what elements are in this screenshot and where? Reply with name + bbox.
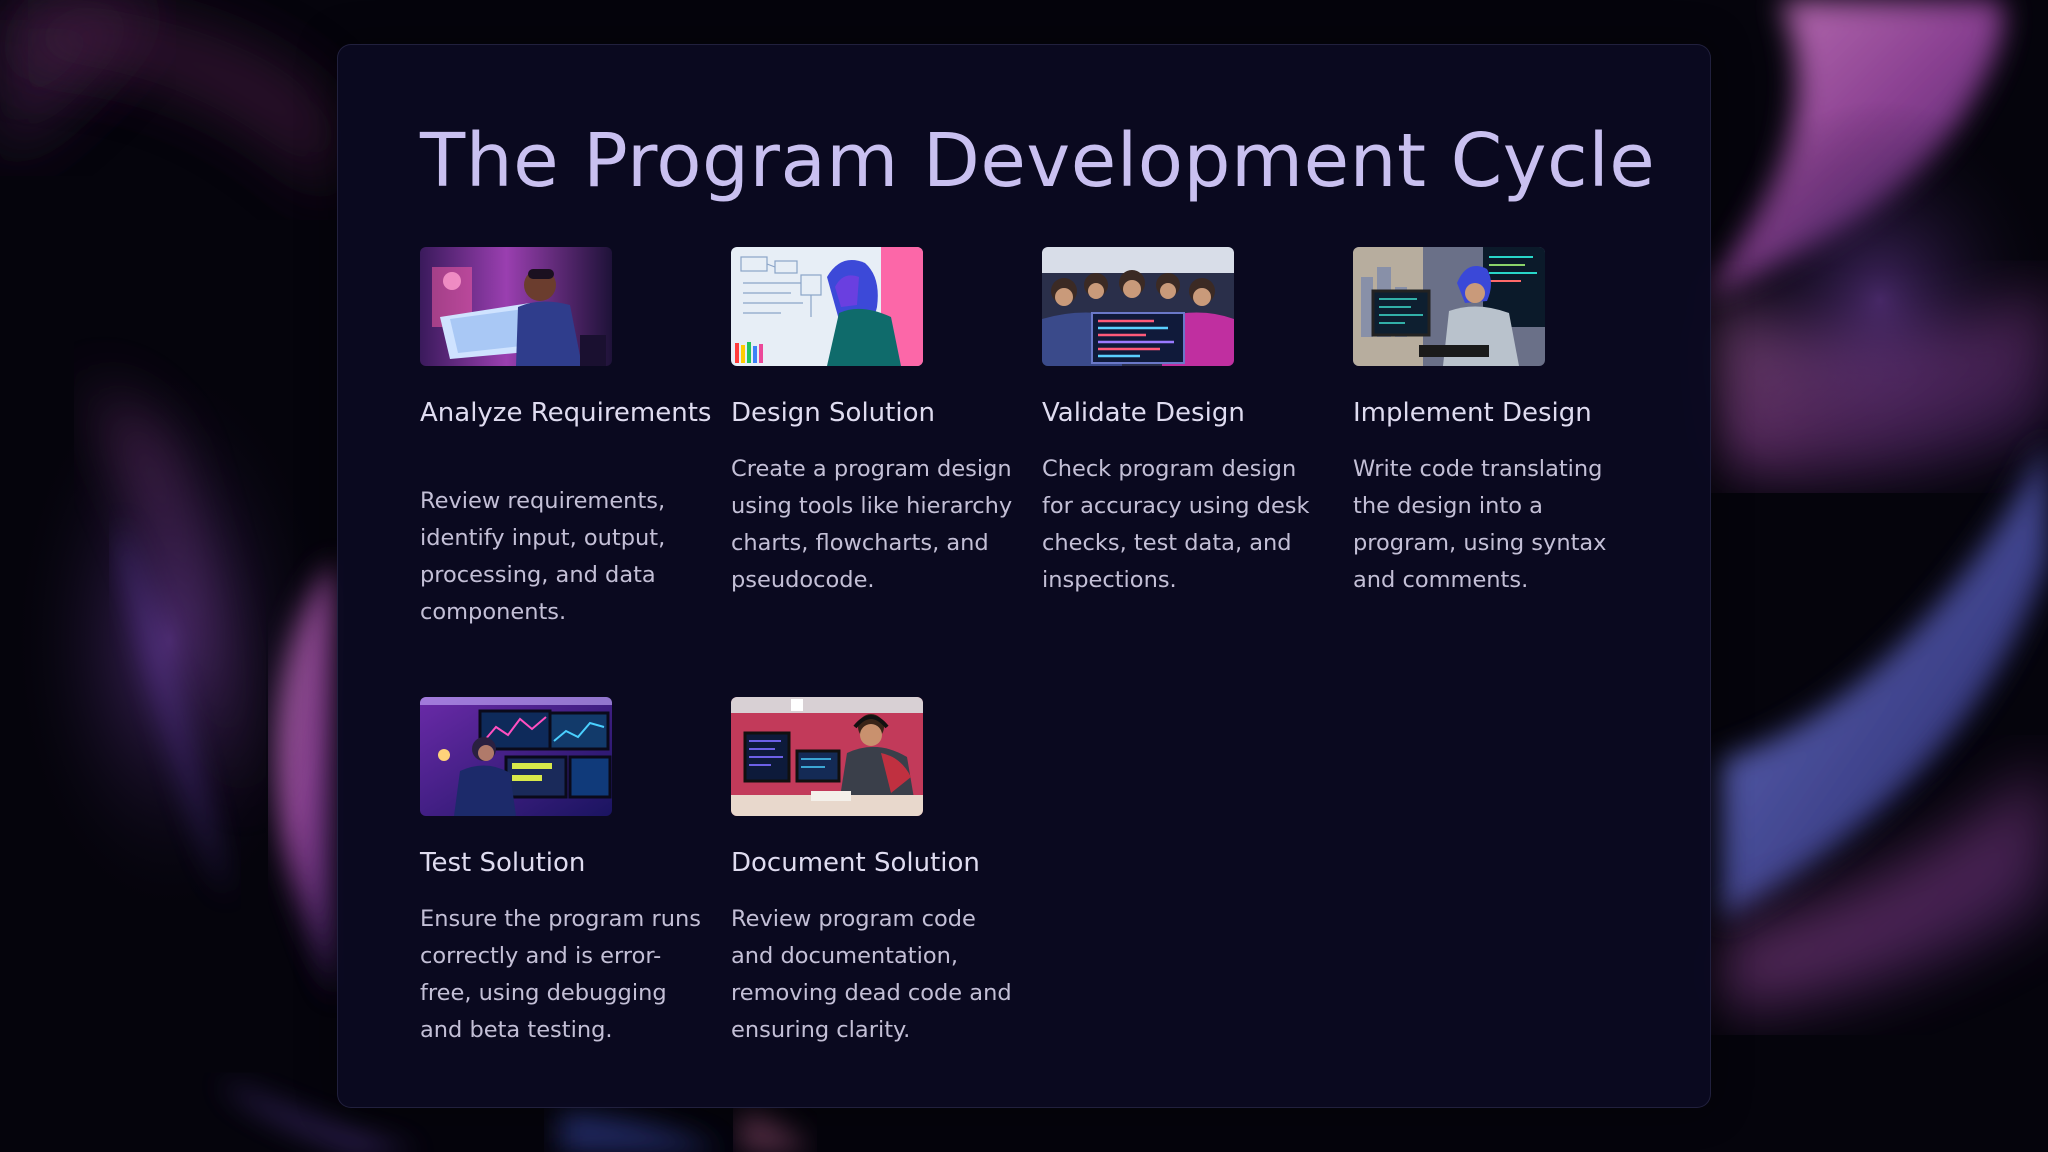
developer-coding-photo: [1353, 247, 1545, 366]
designer-at-whiteboard-photo: [731, 247, 923, 366]
developer-with-headphones-photo: [731, 697, 923, 816]
step-description: Write code translating the design into a…: [1353, 456, 1607, 594]
step-implement-design: Implement Design Write code translating …: [1353, 247, 1638, 599]
developer-multiple-monitors-photo: [420, 697, 612, 816]
step-test-solution: Test Solution Ensure the program runs co…: [420, 697, 705, 1049]
content-card: The Program Development Cycle Analyze Re…: [337, 44, 1711, 1108]
step-validate-design: Validate Design Check program design for…: [1042, 247, 1327, 599]
step-description: Review program code and documentation, r…: [731, 906, 1012, 1044]
step-heading: Design Solution: [731, 398, 935, 428]
step-heading: Validate Design: [1042, 398, 1245, 428]
slide-canvas: The Program Development Cycle Analyze Re…: [0, 0, 2048, 1152]
step-document-solution: Document Solution Review program code an…: [731, 697, 1016, 1049]
step-heading: Analyze Requirements: [420, 398, 712, 428]
step-heading: Document Solution: [731, 848, 980, 878]
step-description: Review requirements, identify input, out…: [420, 488, 666, 626]
team-reviewing-screen-photo: [1042, 247, 1234, 366]
step-design-solution: Design Solution Create a program design …: [731, 247, 1016, 599]
developer-reading-document-photo: [420, 247, 612, 366]
step-analyze-requirements: Analyze Requirements Review requirements…: [420, 247, 712, 631]
step-heading: Test Solution: [420, 848, 586, 878]
step-description: Create a program design using tools like…: [731, 456, 1013, 594]
step-heading: Implement Design: [1353, 398, 1592, 428]
step-description: Check program design for accuracy using …: [1042, 456, 1310, 594]
page-title: The Program Development Cycle: [420, 118, 1656, 204]
step-description: Ensure the program runs correctly and is…: [420, 906, 701, 1044]
